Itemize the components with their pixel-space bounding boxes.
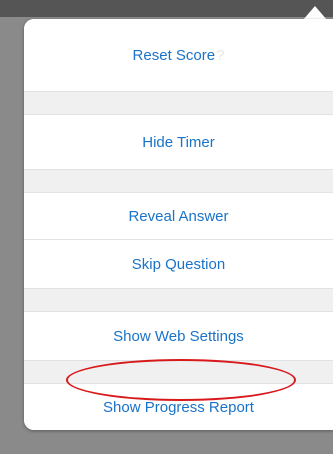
question-mark-icon[interactable]: ? [216, 47, 224, 64]
show-web-settings-button[interactable]: Show Web Settings [24, 312, 333, 361]
top-bar [0, 0, 333, 17]
skip-question-label: Skip Question [131, 255, 226, 273]
menu-separator [24, 289, 333, 312]
reset-score-button[interactable]: Reset Score? [24, 19, 333, 92]
show-progress-report-button[interactable]: Show Progress Report [24, 384, 333, 430]
menu-separator [24, 361, 333, 384]
hide-timer-button[interactable]: Hide Timer [24, 115, 333, 170]
show-progress-report-label: Show Progress Report [103, 398, 254, 416]
menu-separator [24, 170, 333, 193]
show-web-settings-label: Show Web Settings [113, 327, 244, 345]
hide-timer-label: Hide Timer [142, 133, 215, 151]
options-menu: Reset Score? Hide Timer Reveal Answer Sk… [24, 19, 333, 430]
menu-separator [24, 92, 333, 115]
reveal-answer-button[interactable]: Reveal Answer [24, 193, 333, 240]
reveal-answer-label: Reveal Answer [128, 207, 229, 225]
reset-score-label: Reset Score [132, 46, 216, 64]
popover-arrow [303, 6, 327, 20]
skip-question-button[interactable]: Skip Question [24, 240, 333, 289]
